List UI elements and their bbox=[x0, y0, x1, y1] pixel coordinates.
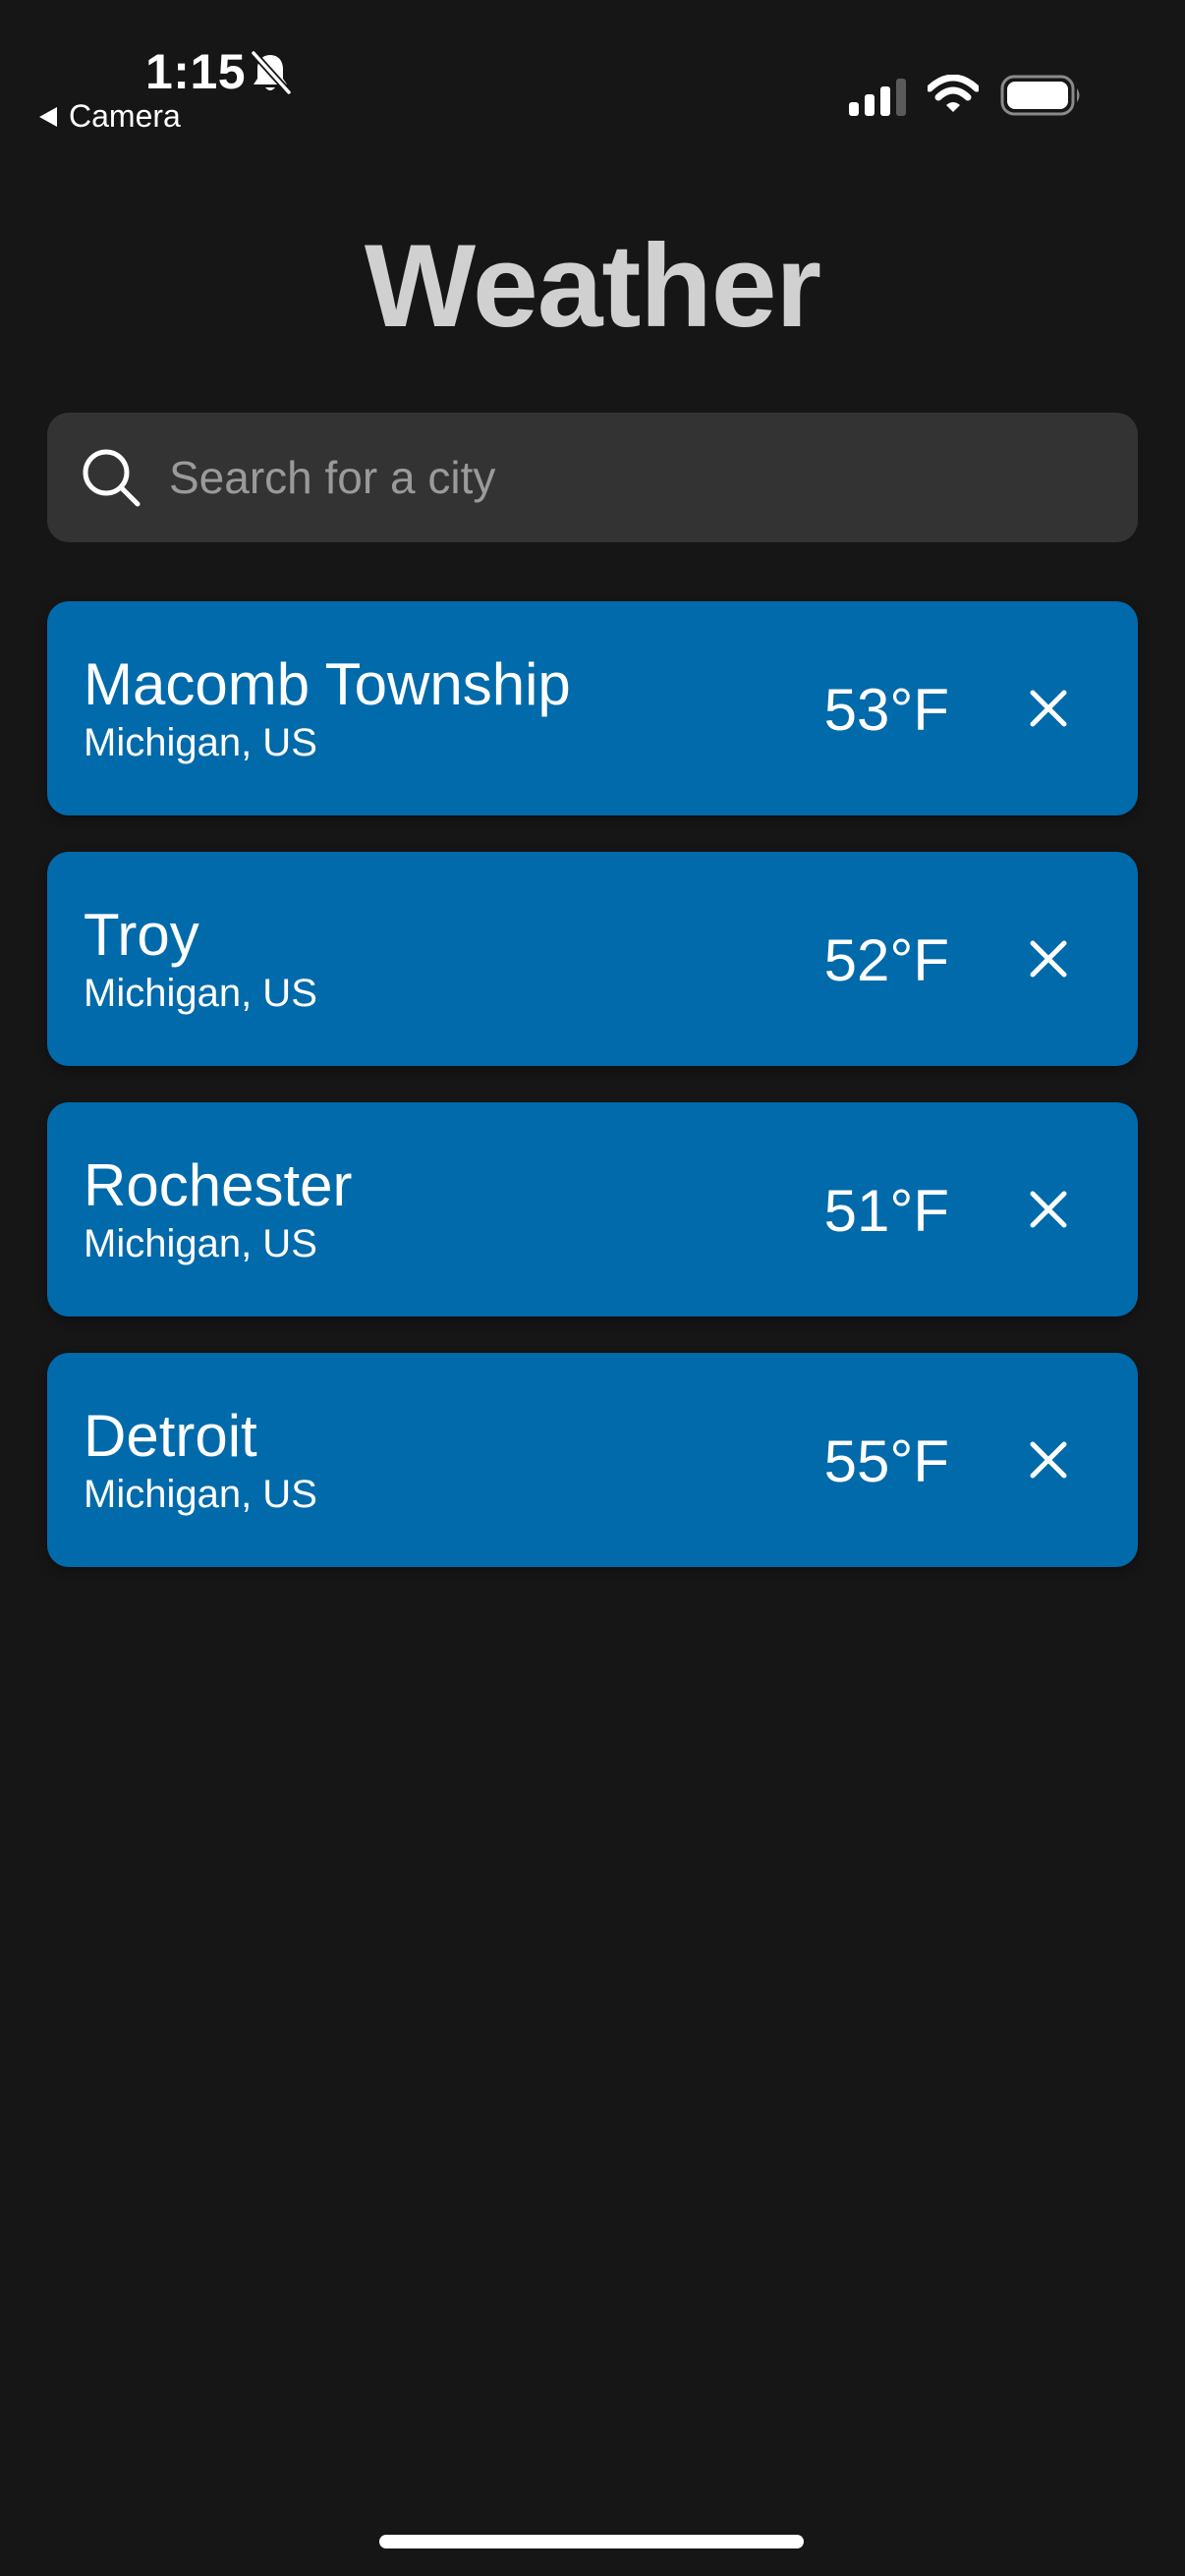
remove-city-button[interactable] bbox=[996, 1157, 1100, 1261]
status-time: 1:15 bbox=[145, 44, 247, 99]
wifi-icon bbox=[928, 75, 979, 112]
city-temperature: 53°F bbox=[823, 677, 949, 743]
home-indicator[interactable] bbox=[379, 2535, 804, 2548]
city-card[interactable]: Troy Michigan, US 52°F bbox=[47, 852, 1138, 1066]
city-card[interactable]: Rochester Michigan, US 51°F bbox=[47, 1102, 1138, 1316]
city-region: Michigan, US bbox=[84, 972, 317, 1015]
bell-slash-icon bbox=[250, 49, 293, 96]
city-temperature: 55°F bbox=[823, 1428, 949, 1494]
city-region: Michigan, US bbox=[84, 721, 317, 764]
city-name: Detroit bbox=[84, 1403, 257, 1469]
city-name: Troy bbox=[84, 902, 199, 968]
city-region: Michigan, US bbox=[84, 1473, 317, 1516]
remove-city-button[interactable] bbox=[996, 656, 1100, 760]
back-to-camera-link[interactable]: Camera bbox=[37, 98, 181, 135]
battery-icon bbox=[1000, 75, 1080, 116]
city-name: Macomb Township bbox=[84, 651, 571, 717]
close-icon bbox=[1030, 690, 1067, 727]
city-region: Michigan, US bbox=[84, 1222, 317, 1265]
close-icon bbox=[1030, 940, 1067, 978]
back-arrow-icon bbox=[39, 106, 57, 127]
search-input[interactable] bbox=[167, 412, 1138, 543]
close-icon bbox=[1030, 1441, 1067, 1479]
cellular-signal-icon bbox=[849, 79, 906, 116]
page-title: Weather bbox=[364, 220, 821, 352]
city-name: Rochester bbox=[84, 1152, 353, 1218]
search-icon bbox=[83, 449, 141, 507]
search-box[interactable] bbox=[47, 412, 1138, 543]
city-list: Macomb Township Michigan, US 53°F Troy M… bbox=[47, 601, 1138, 1603]
city-card[interactable]: Macomb Township Michigan, US 53°F bbox=[47, 601, 1138, 815]
back-link-label: Camera bbox=[69, 98, 181, 134]
remove-city-button[interactable] bbox=[996, 1408, 1100, 1512]
city-card[interactable]: Detroit Michigan, US 55°F bbox=[47, 1353, 1138, 1567]
close-icon bbox=[1030, 1191, 1067, 1228]
city-temperature: 51°F bbox=[823, 1178, 949, 1244]
city-temperature: 52°F bbox=[823, 927, 949, 993]
remove-city-button[interactable] bbox=[996, 907, 1100, 1011]
